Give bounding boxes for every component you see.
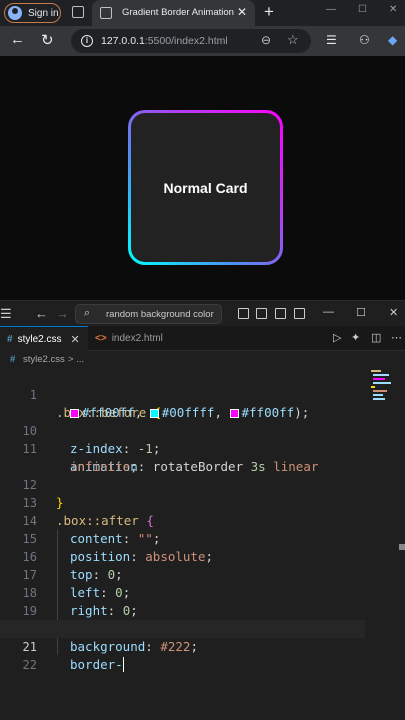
tab-label: style2.css [17, 333, 62, 345]
toggle-panel-icon[interactable] [275, 308, 286, 319]
code-line: 15 position: absolute; [22, 532, 214, 564]
command-center[interactable]: ⌕ random background color [75, 304, 222, 324]
editor-tabs: # style2.css ✕ <> index2.html ▷ ✦ ◫ ⋯ [0, 326, 405, 351]
code-line: #ff00ff, #00ffff, #ff00ff); [0, 386, 405, 420]
maximize-icon[interactable]: ☐ [358, 4, 367, 15]
favorites-icon[interactable]: ☰ [326, 33, 337, 47]
breadcrumb: # style2.css > ... [0, 351, 405, 368]
close-window-icon[interactable]: ✕ [389, 4, 397, 15]
address-bar[interactable]: i 127.0.0.1:5500/index2.html ⊖ ☆ [71, 29, 311, 53]
code-line: 14 content: ""; [22, 514, 161, 546]
browser-toolbar: ← ↻ i 127.0.0.1:5500/index2.html ⊖ ☆ ☰ ⚇… [0, 26, 405, 56]
code-line: 16 top: 0; [22, 550, 123, 582]
tab-title: Gradient Border Animation [122, 7, 234, 18]
sign-in-label: Sign in [28, 7, 59, 19]
minimap[interactable] [371, 368, 393, 408]
new-tab-icon[interactable]: + [264, 2, 274, 22]
tab-close-icon[interactable]: ✕ [70, 333, 79, 346]
vscode-maximize-icon[interactable]: ☐ [356, 306, 366, 319]
browser-tab-active[interactable]: Gradient Border Animation ✕ [92, 0, 255, 26]
toggle-secondary-sidebar-icon[interactable] [294, 308, 305, 319]
code-line: 19 bottom: 0; [22, 604, 146, 636]
customize-layout-icon[interactable] [238, 308, 249, 319]
site-info-icon[interactable]: i [81, 35, 93, 47]
code-line: 10 z-index: -1; [22, 424, 161, 456]
breadcrumb-file[interactable]: style2.css [23, 354, 65, 365]
split-editor-icon[interactable]: ◫ [371, 331, 381, 344]
copilot-sparkle-icon[interactable]: ✦ [351, 331, 360, 344]
code-line: 18 right: 0; [22, 586, 138, 618]
vscode-close-icon[interactable]: ✕ [389, 306, 398, 319]
url-text: 127.0.0.1:5500/index2.html [101, 35, 228, 47]
code-line: 20 background: #222; [23, 622, 198, 654]
code-line: 12 } [22, 478, 64, 510]
command-center-text: random background color [106, 309, 214, 320]
more-actions-icon[interactable]: ⋯ [391, 331, 402, 344]
run-icon[interactable]: ▷ [333, 331, 341, 344]
css-file-icon: # [10, 354, 16, 365]
minimize-icon[interactable]: — [326, 4, 336, 15]
tab-close-icon[interactable]: ✕ [237, 5, 247, 19]
code-line: 11 animation: rotateBorder 3s linear [22, 442, 319, 474]
bookmark-star-icon[interactable]: ☆ [287, 32, 299, 48]
zoom-icon[interactable]: ⊖ [261, 33, 271, 47]
code-line: 17 left: 0; [22, 568, 131, 600]
code-line-current: 21 border- [0, 620, 365, 672]
nav-forward-icon[interactable]: → [56, 306, 69, 321]
css-file-icon: # [7, 333, 13, 345]
copilot-icon[interactable]: ◆ [388, 33, 397, 47]
html-file-icon: <> [95, 333, 107, 344]
page-viewport: Normal Card [0, 56, 405, 300]
tab-label: index2.html [111, 333, 163, 344]
normal-card: Normal Card [131, 113, 280, 262]
extensions-icon[interactable]: ⚇ [359, 33, 370, 47]
toggle-sidebar-icon[interactable] [256, 308, 267, 319]
profile-icon [8, 6, 22, 20]
code-line: 22 [22, 658, 37, 672]
breadcrumb-more[interactable]: > ... [68, 354, 84, 365]
sign-in-button[interactable]: Sign in [4, 3, 61, 23]
back-arrow-icon[interactable]: ← [10, 31, 25, 48]
card-text: Normal Card [163, 179, 248, 196]
reload-icon[interactable]: ↻ [41, 31, 54, 49]
page-favicon-icon [100, 7, 112, 19]
code-line: 13 .box::after { [22, 496, 154, 528]
browser-tabbar: Sign in Gradient Border Animation ✕ + — … [0, 0, 405, 26]
scrollbar[interactable] [399, 544, 405, 550]
tab-index2-html[interactable]: <> index2.html [88, 326, 168, 351]
text-cursor [122, 657, 125, 672]
code-editor[interactable]: 1 .box::before { #ff00ff, #00ffff, #ff00… [0, 368, 405, 720]
tab-actions-icon[interactable] [72, 6, 84, 18]
menu-icon[interactable]: ☰ [0, 306, 12, 322]
gradient-border: Normal Card [128, 110, 283, 265]
vscode-titlebar: ☰ ← → ⌕ random background color — ☐ ✕ [0, 300, 405, 326]
search-icon: ⌕ [84, 307, 91, 319]
vscode-minimize-icon[interactable]: — [323, 306, 334, 318]
tab-style2-css[interactable]: # style2.css ✕ [0, 326, 88, 351]
nav-back-icon[interactable]: ← [35, 306, 48, 321]
code-line: infinite; [70, 459, 138, 474]
code-line: 1 .box::before { [29, 388, 162, 420]
